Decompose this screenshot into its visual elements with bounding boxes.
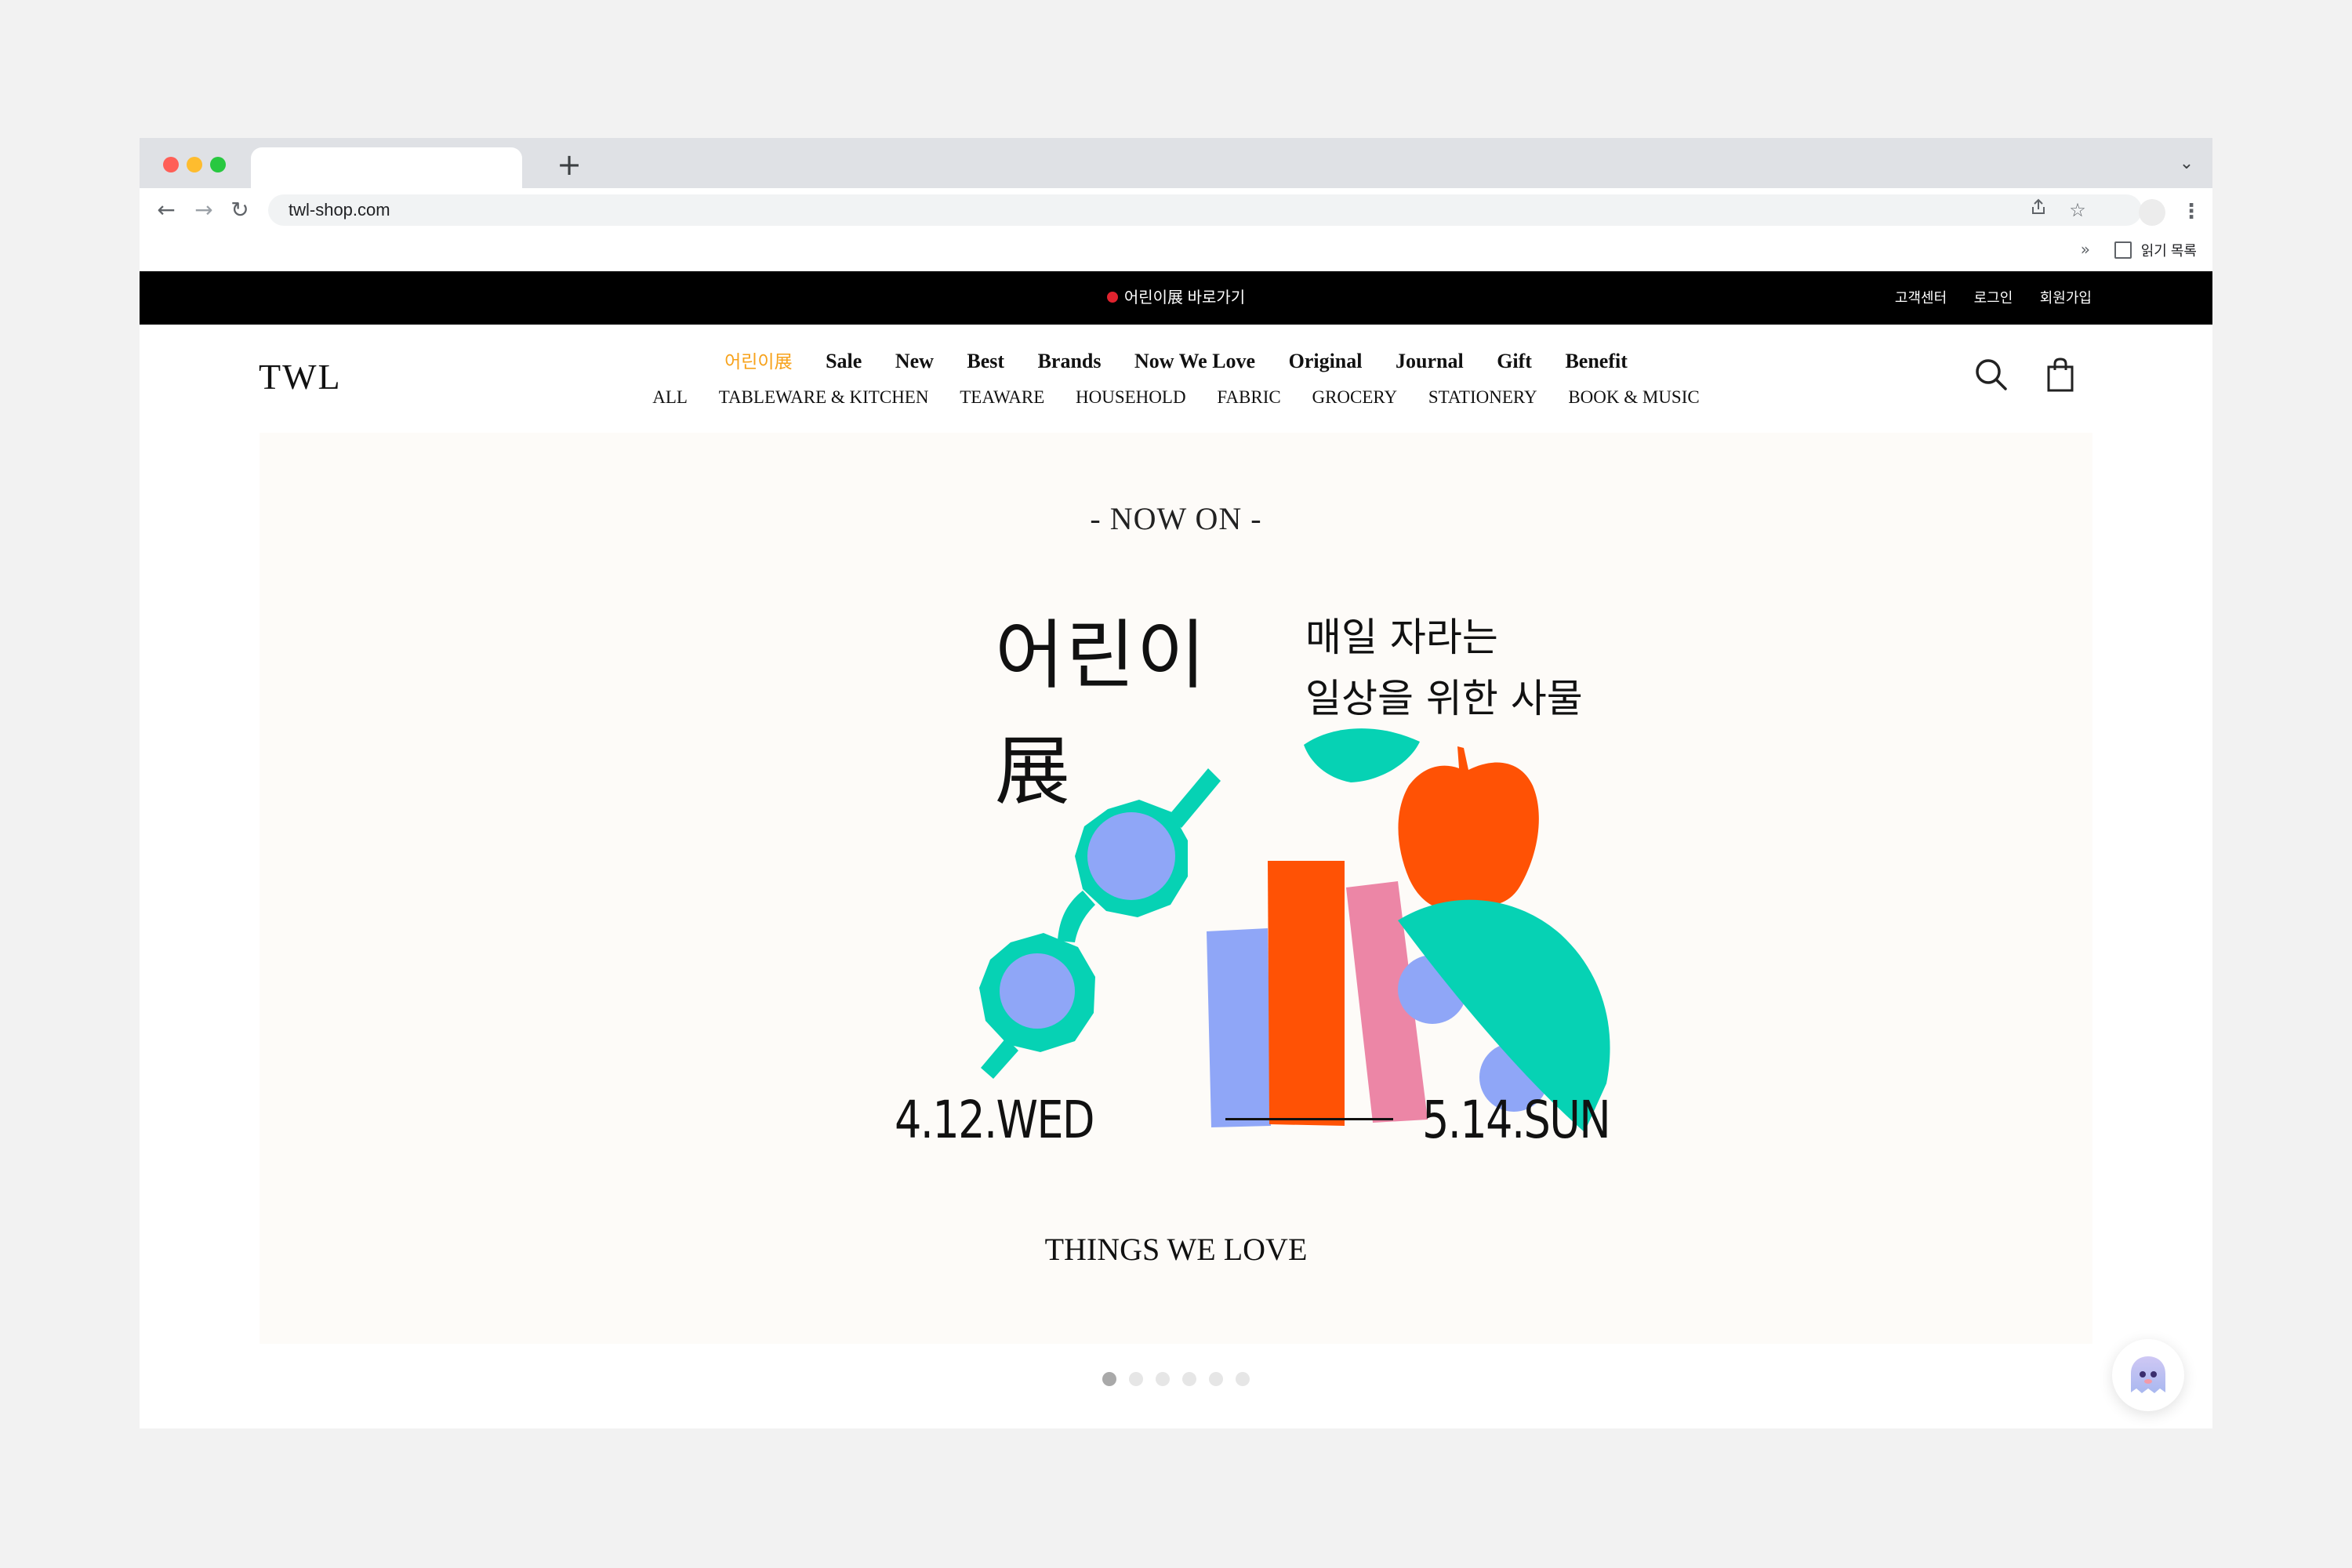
- pin-icon: [1106, 291, 1118, 303]
- category-grocery[interactable]: GROCERY: [1312, 387, 1397, 407]
- nav-item-kids-exhibition[interactable]: 어린이展: [724, 352, 792, 372]
- forward-arrow-icon[interactable]: →: [188, 194, 220, 226]
- nav-item-gift[interactable]: Gift: [1497, 350, 1532, 372]
- carousel-pagination: [140, 1372, 2212, 1388]
- tab-search-chevron-icon[interactable]: ⌄: [2175, 152, 2198, 176]
- more-bookmarks-chevron-icon[interactable]: »: [2081, 240, 2090, 259]
- carousel-dot-5[interactable]: [1209, 1372, 1223, 1386]
- book-periwinkle: [1207, 928, 1271, 1127]
- chatbot-button[interactable]: [2112, 1339, 2184, 1411]
- category-stationery[interactable]: STATIONERY: [1428, 387, 1537, 407]
- promo-bar: 어린이展 바로가기 고객센터 로그인 회원가입: [140, 271, 2212, 325]
- shopping-bag-icon[interactable]: [2042, 356, 2079, 394]
- carousel-dot-3[interactable]: [1156, 1372, 1170, 1386]
- reload-icon[interactable]: ↻: [224, 194, 256, 226]
- banner-date-end: 5.14.SUN: [1422, 1090, 1611, 1150]
- promo-text: 어린이展 바로가기: [1123, 289, 1246, 307]
- hero-banner[interactable]: - NOW ON - 어린이 展 매일 자라는 일상을 위한 사물 4.12.W…: [260, 433, 2092, 1344]
- nav-item-brands[interactable]: Brands: [1038, 350, 1102, 372]
- login-link[interactable]: 로그인: [1974, 290, 2013, 306]
- address-bar[interactable]: twl-shop.com ☆: [268, 194, 2142, 226]
- category-nav: ALL TABLEWARE & KITCHEN TEAWARE HOUSEHOL…: [140, 387, 2212, 408]
- utility-links: 고객센터 로그인 회원가입: [1871, 271, 2092, 325]
- carousel-dot-2[interactable]: [1129, 1372, 1143, 1386]
- banner-title: 어린이 展: [995, 597, 1207, 829]
- apple-shape: [1398, 746, 1539, 911]
- new-tab-button[interactable]: +: [554, 149, 585, 180]
- bookmark-star-icon[interactable]: ☆: [2065, 198, 2090, 223]
- banner-subtitle-line2: 일상을 위한 사물: [1305, 676, 1583, 721]
- customer-center-link[interactable]: 고객센터: [1895, 290, 1947, 306]
- reading-list-label: 읽기 목록: [2140, 243, 2197, 259]
- search-icon[interactable]: [1973, 356, 2010, 394]
- category-teaware[interactable]: TEAWARE: [960, 387, 1044, 407]
- bookmark-bar: » 읽기 목록: [140, 232, 2212, 271]
- nav-item-best[interactable]: Best: [967, 350, 1004, 372]
- main-nav: 어린이展 Sale New Best Brands Now We Love Or…: [140, 347, 2212, 373]
- ghost-icon: [2131, 1356, 2165, 1393]
- share-icon[interactable]: [2026, 198, 2051, 223]
- nav-item-benefit[interactable]: Benefit: [1565, 350, 1627, 372]
- url-text: twl-shop.com: [289, 200, 390, 220]
- minimize-window-button[interactable]: [187, 157, 202, 172]
- banner-kicker: - NOW ON -: [1090, 501, 1262, 536]
- nav-item-now-we-love[interactable]: Now We Love: [1134, 350, 1255, 372]
- browser-window: + ⌄ ← → ↻ twl-shop.com ☆ ⋮ » 읽기 목록 어린이展 …: [140, 138, 2212, 1428]
- carousel-dot-1[interactable]: [1102, 1372, 1116, 1386]
- reading-list-button[interactable]: 읽기 목록: [2114, 240, 2197, 263]
- maximize-window-button[interactable]: [210, 157, 226, 172]
- active-tab[interactable]: [251, 147, 522, 188]
- carousel-dot-6[interactable]: [1236, 1372, 1250, 1386]
- tab-strip: + ⌄: [140, 138, 2212, 188]
- nav-item-new[interactable]: New: [895, 350, 934, 372]
- category-all[interactable]: ALL: [652, 387, 688, 407]
- nav-item-original[interactable]: Original: [1289, 350, 1363, 372]
- category-book-music[interactable]: BOOK & MUSIC: [1568, 387, 1699, 407]
- banner-title-line2: 展: [995, 728, 1072, 815]
- reading-list-icon: [2114, 241, 2132, 259]
- site-header: TWL 어린이展 Sale New Best Brands Now We Lov…: [140, 325, 2212, 431]
- carousel-dot-4[interactable]: [1182, 1372, 1196, 1386]
- toolbar: ← → ↻ twl-shop.com ☆ ⋮: [140, 188, 2212, 232]
- banner-subtitle-line1: 매일 자라는: [1305, 615, 1498, 660]
- category-household[interactable]: HOUSEHOLD: [1076, 387, 1186, 407]
- banner-title-line1: 어린이: [995, 612, 1207, 699]
- nav-item-sale[interactable]: Sale: [826, 350, 862, 372]
- glasses-bridge: [1058, 891, 1095, 942]
- signup-link[interactable]: 회원가입: [2040, 290, 2092, 306]
- category-tableware-kitchen[interactable]: TABLEWARE & KITCHEN: [719, 387, 929, 407]
- back-arrow-icon[interactable]: ←: [151, 194, 182, 226]
- leaf-shape: [1304, 728, 1420, 782]
- banner-date-start: 4.12.WED: [895, 1090, 1095, 1150]
- category-fabric[interactable]: FABRIC: [1217, 387, 1280, 407]
- date-divider: [1225, 1118, 1393, 1120]
- nav-item-journal[interactable]: Journal: [1396, 350, 1464, 372]
- glasses-lens-inner: [1000, 953, 1075, 1029]
- banner-footer: THINGS WE LOVE: [1044, 1232, 1308, 1267]
- banner-subtitle: 매일 자라는 일상을 위한 사물: [1305, 607, 1583, 729]
- close-window-button[interactable]: [163, 157, 179, 172]
- more-menu-icon[interactable]: ⋮: [2181, 198, 2201, 226]
- profile-avatar[interactable]: [2139, 199, 2165, 226]
- banner-illustration: [979, 728, 1610, 1132]
- book-orange: [1268, 861, 1345, 1126]
